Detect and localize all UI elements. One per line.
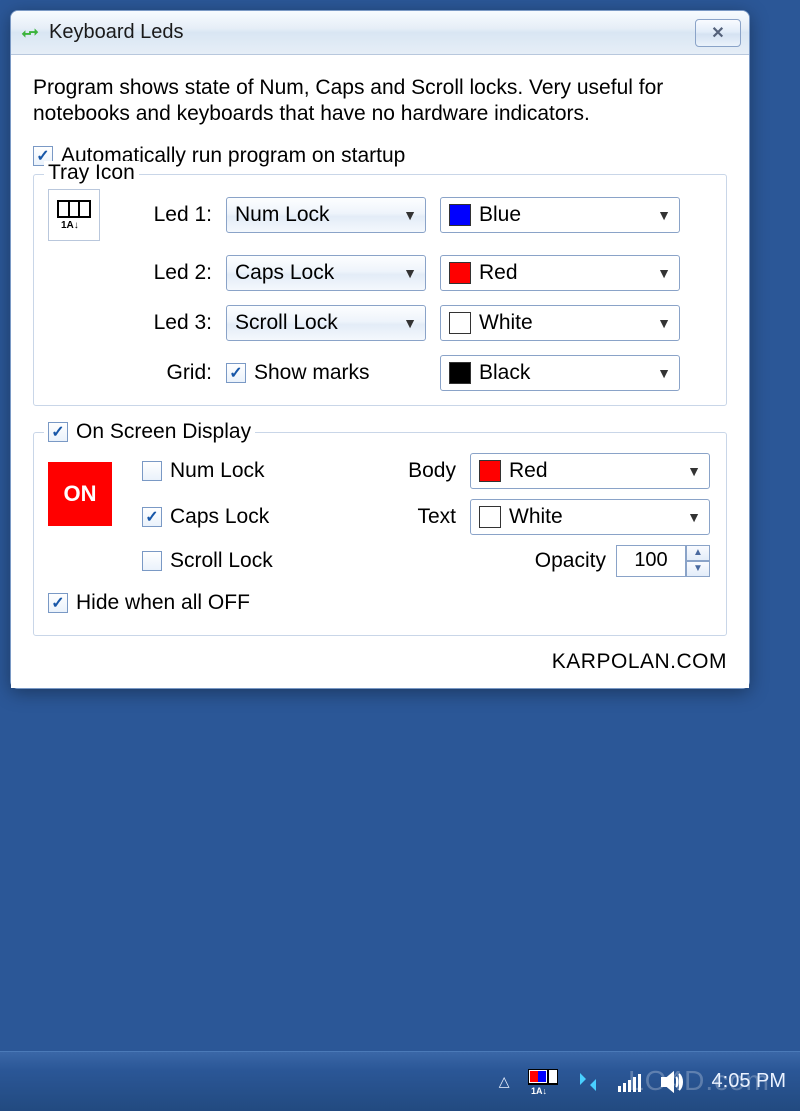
osd-scrolllock-row: Scroll Lock bbox=[142, 549, 352, 573]
volume-icon[interactable] bbox=[660, 1071, 684, 1093]
led2-lock-select[interactable]: Caps Lock ▼ bbox=[226, 255, 426, 291]
spinner-down-button[interactable]: ▼ bbox=[686, 561, 710, 577]
chevron-down-icon: ▼ bbox=[657, 207, 671, 223]
chevron-down-icon: ▼ bbox=[657, 315, 671, 331]
osd-hidealloff-checkbox[interactable] bbox=[48, 593, 68, 613]
chevron-down-icon: ▼ bbox=[403, 207, 417, 223]
opacity-input[interactable] bbox=[616, 545, 686, 577]
grid-label: Grid: bbox=[122, 361, 212, 385]
spinner-up-button[interactable]: ▲ bbox=[686, 545, 710, 561]
description-text: Program shows state of Num, Caps and Scr… bbox=[33, 75, 727, 128]
osd-numlock-checkbox[interactable] bbox=[142, 461, 162, 481]
chevron-down-icon: ▼ bbox=[657, 265, 671, 281]
chevron-down-icon: ▼ bbox=[687, 463, 701, 479]
close-button[interactable]: ✕ bbox=[695, 19, 741, 47]
svg-text:1A↓: 1A↓ bbox=[61, 220, 79, 230]
color-swatch-black bbox=[449, 362, 471, 384]
led1-lock-select[interactable]: Num Lock ▼ bbox=[226, 197, 426, 233]
grid-show-marks-row: Show marks bbox=[226, 361, 426, 385]
svg-text:1A↓: 1A↓ bbox=[531, 1086, 547, 1095]
led3-label: Led 3: bbox=[122, 311, 212, 335]
osd-hide-row: Hide when all OFF bbox=[48, 591, 352, 615]
osd-body-color-select[interactable]: Red ▼ bbox=[470, 453, 710, 489]
app-icon bbox=[19, 22, 41, 44]
osd-enable-checkbox[interactable] bbox=[48, 422, 68, 442]
chevron-down-icon: ▼ bbox=[403, 265, 417, 281]
tray-icon-preview: 1A↓ bbox=[48, 189, 100, 241]
osd-legend: On Screen Display bbox=[76, 420, 251, 444]
app-window: Keyboard Leds ✕ Program shows state of N… bbox=[10, 10, 750, 689]
osd-scrolllock-checkbox[interactable] bbox=[142, 551, 162, 571]
osd-text-color-select[interactable]: White ▼ bbox=[470, 499, 710, 535]
osd-numlock-row: Num Lock bbox=[142, 459, 352, 483]
network-icon[interactable] bbox=[576, 1071, 600, 1093]
osd-group: On Screen Display ON Num Lock Body Red ▼ bbox=[33, 432, 727, 636]
color-swatch-white bbox=[479, 506, 501, 528]
color-swatch-red bbox=[479, 460, 501, 482]
osd-capslock-checkbox[interactable] bbox=[142, 507, 162, 527]
color-swatch-red bbox=[449, 262, 471, 284]
led2-label: Led 2: bbox=[122, 261, 212, 285]
client-area: Program shows state of Num, Caps and Scr… bbox=[11, 55, 749, 688]
opacity-label: Opacity bbox=[535, 549, 606, 573]
chevron-down-icon: ▼ bbox=[687, 509, 701, 525]
opacity-spinner[interactable]: ▲ ▼ bbox=[616, 545, 710, 577]
signal-bars-icon[interactable] bbox=[618, 1072, 642, 1092]
led1-color-select[interactable]: Blue ▼ bbox=[440, 197, 680, 233]
tray-keyboard-leds-icon[interactable]: 1A↓ bbox=[528, 1069, 558, 1095]
footer-link[interactable]: KARPOLAN.COM bbox=[33, 650, 727, 674]
led2-color-select[interactable]: Red ▼ bbox=[440, 255, 680, 291]
color-swatch-white bbox=[449, 312, 471, 334]
grid-showmarks-label: Show marks bbox=[254, 361, 370, 385]
tray-icon-group: Tray Icon 1A↓ Led 1: Num Lock ▼ bbox=[33, 174, 727, 406]
osd-text-label: Text bbox=[366, 505, 456, 529]
titlebar[interactable]: Keyboard Leds ✕ bbox=[11, 11, 749, 55]
chevron-down-icon: ▼ bbox=[403, 315, 417, 331]
tray-overflow-arrow-icon[interactable]: △ bbox=[499, 1073, 510, 1090]
led1-label: Led 1: bbox=[122, 203, 212, 227]
close-icon: ✕ bbox=[711, 23, 724, 43]
tray-icon-legend: Tray Icon bbox=[44, 161, 139, 185]
osd-body-label: Body bbox=[366, 459, 456, 483]
window-title: Keyboard Leds bbox=[49, 21, 687, 44]
chevron-down-icon: ▼ bbox=[657, 365, 671, 381]
led3-color-select[interactable]: White ▼ bbox=[440, 305, 680, 341]
grid-showmarks-checkbox[interactable] bbox=[226, 363, 246, 383]
grid-color-select[interactable]: Black ▼ bbox=[440, 355, 680, 391]
osd-capslock-row: Caps Lock bbox=[142, 505, 352, 529]
color-swatch-blue bbox=[449, 204, 471, 226]
taskbar: △ 1A↓ 4:05 PM bbox=[0, 1051, 800, 1111]
led3-lock-select[interactable]: Scroll Lock ▼ bbox=[226, 305, 426, 341]
osd-preview-badge: ON bbox=[48, 462, 112, 526]
taskbar-clock[interactable]: 4:05 PM bbox=[712, 1070, 786, 1093]
